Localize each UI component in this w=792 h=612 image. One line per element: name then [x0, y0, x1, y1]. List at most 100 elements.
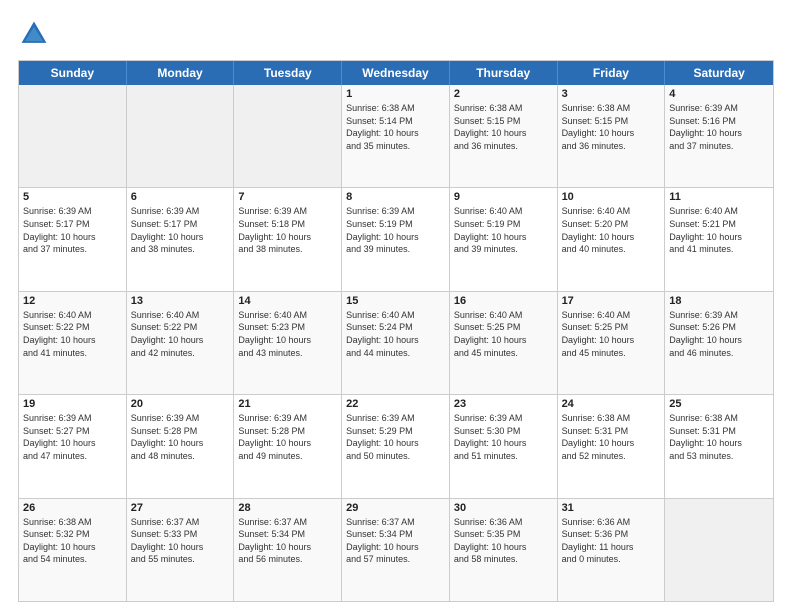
day-number: 2: [454, 88, 553, 100]
day-info: Sunrise: 6:36 AM Sunset: 5:35 PM Dayligh…: [454, 516, 553, 566]
calendar-day: 15 Sunrise: 6:40 AM Sunset: 5:24 PM Dayli…: [342, 292, 450, 394]
day-info: Sunrise: 6:39 AM Sunset: 5:26 PM Dayligh…: [669, 309, 769, 359]
day-number: 27: [131, 502, 230, 514]
day-number: 12: [23, 295, 122, 307]
calendar-day: 11Sunrise: 6:40 AM Sunset: 5:21 PM Dayli…: [665, 188, 773, 290]
day-info: Sunrise: 6:40 AM Sunset: 5:25 PM Dayligh…: [454, 309, 553, 359]
day-info: Sunrise: 6:40 AM Sunset: 5:20 PM Dayligh…: [562, 205, 661, 255]
day-info: Sunrise: 6:40 AM Sunset: 5:25 PM Dayligh…: [562, 309, 661, 359]
calendar-day: 3Sunrise: 6:38 AM Sunset: 5:15 PM Daylig…: [558, 85, 666, 187]
day-info: Sunrise: 6:39 AM Sunset: 5:16 PM Dayligh…: [669, 102, 769, 152]
day-info: Sunrise: 6:38 AM Sunset: 5:31 PM Dayligh…: [562, 412, 661, 462]
day-info: Sunrise: 6:40 AM Sunset: 5:23 PM Dayligh…: [238, 309, 337, 359]
day-number: 8: [346, 191, 445, 203]
day-number: 16: [454, 295, 553, 307]
calendar-day: 22Sunrise: 6:39 AM Sunset: 5:29 PM Dayli…: [342, 395, 450, 497]
calendar-day: 29Sunrise: 6:37 AM Sunset: 5:34 PM Dayli…: [342, 499, 450, 601]
day-number: 20: [131, 398, 230, 410]
calendar-row: 26 Sunrise: 6:38 AM Sunset: 5:32 PM Dayli…: [19, 499, 773, 601]
day-info: Sunrise: 6:39 AM Sunset: 5:29 PM Dayligh…: [346, 412, 445, 462]
calendar-day: 16 Sunrise: 6:40 AM Sunset: 5:25 PM Dayli…: [450, 292, 558, 394]
day-info: Sunrise: 6:36 AM Sunset: 5:36 PM Dayligh…: [562, 516, 661, 566]
day-number: 18: [669, 295, 769, 307]
calendar-empty: [665, 499, 773, 601]
weekday-header: Monday: [127, 61, 235, 85]
calendar-day: 2 Sunrise: 6:38 AM Sunset: 5:15 PM Daylig…: [450, 85, 558, 187]
day-number: 6: [131, 191, 230, 203]
day-number: 4: [669, 88, 769, 100]
calendar-day: 18 Sunrise: 6:39 AM Sunset: 5:26 PM Dayli…: [665, 292, 773, 394]
calendar-day: 17Sunrise: 6:40 AM Sunset: 5:25 PM Dayli…: [558, 292, 666, 394]
day-info: Sunrise: 6:39 AM Sunset: 5:28 PM Dayligh…: [131, 412, 230, 462]
calendar-day: 8Sunrise: 6:39 AM Sunset: 5:19 PM Daylig…: [342, 188, 450, 290]
page: SundayMondayTuesdayWednesdayThursdayFrid…: [0, 0, 792, 612]
calendar-day: 28 Sunrise: 6:37 AM Sunset: 5:34 PM Dayli…: [234, 499, 342, 601]
day-info: Sunrise: 6:40 AM Sunset: 5:22 PM Dayligh…: [131, 309, 230, 359]
day-number: 14: [238, 295, 337, 307]
day-number: 29: [346, 502, 445, 514]
calendar-row: 19 Sunrise: 6:39 AM Sunset: 5:27 PM Dayli…: [19, 395, 773, 498]
calendar-day: 25 Sunrise: 6:38 AM Sunset: 5:31 PM Dayli…: [665, 395, 773, 497]
weekday-header: Tuesday: [234, 61, 342, 85]
calendar-day: 5 Sunrise: 6:39 AM Sunset: 5:17 PM Daylig…: [19, 188, 127, 290]
day-number: 9: [454, 191, 553, 203]
day-number: 5: [23, 191, 122, 203]
day-number: 24: [562, 398, 661, 410]
weekday-header: Sunday: [19, 61, 127, 85]
day-number: 21: [238, 398, 337, 410]
day-number: 15: [346, 295, 445, 307]
day-number: 28: [238, 502, 337, 514]
logo-icon: [18, 18, 50, 50]
calendar-day: 9 Sunrise: 6:40 AM Sunset: 5:19 PM Daylig…: [450, 188, 558, 290]
calendar-day: 14 Sunrise: 6:40 AM Sunset: 5:23 PM Dayli…: [234, 292, 342, 394]
day-info: Sunrise: 6:40 AM Sunset: 5:22 PM Dayligh…: [23, 309, 122, 359]
day-info: Sunrise: 6:37 AM Sunset: 5:34 PM Dayligh…: [238, 516, 337, 566]
day-info: Sunrise: 6:39 AM Sunset: 5:28 PM Dayligh…: [238, 412, 337, 462]
calendar-day: 13 Sunrise: 6:40 AM Sunset: 5:22 PM Dayli…: [127, 292, 235, 394]
calendar-day: 19 Sunrise: 6:39 AM Sunset: 5:27 PM Dayli…: [19, 395, 127, 497]
day-number: 11: [669, 191, 769, 203]
day-info: Sunrise: 6:40 AM Sunset: 5:19 PM Dayligh…: [454, 205, 553, 255]
day-number: 1: [346, 88, 445, 100]
logo: [18, 18, 56, 50]
calendar-empty: [234, 85, 342, 187]
day-info: Sunrise: 6:39 AM Sunset: 5:17 PM Dayligh…: [23, 205, 122, 255]
header: [18, 18, 774, 50]
calendar-day: 4 Sunrise: 6:39 AM Sunset: 5:16 PM Daylig…: [665, 85, 773, 187]
day-number: 19: [23, 398, 122, 410]
calendar-day: 30 Sunrise: 6:36 AM Sunset: 5:35 PM Dayli…: [450, 499, 558, 601]
day-number: 7: [238, 191, 337, 203]
day-info: Sunrise: 6:38 AM Sunset: 5:15 PM Dayligh…: [562, 102, 661, 152]
day-info: Sunrise: 6:38 AM Sunset: 5:15 PM Dayligh…: [454, 102, 553, 152]
calendar-day: 21 Sunrise: 6:39 AM Sunset: 5:28 PM Dayli…: [234, 395, 342, 497]
day-info: Sunrise: 6:38 AM Sunset: 5:14 PM Dayligh…: [346, 102, 445, 152]
day-number: 25: [669, 398, 769, 410]
weekday-header: Saturday: [665, 61, 773, 85]
day-number: 13: [131, 295, 230, 307]
day-info: Sunrise: 6:37 AM Sunset: 5:33 PM Dayligh…: [131, 516, 230, 566]
calendar-empty: [127, 85, 235, 187]
calendar-row: 1 Sunrise: 6:38 AM Sunset: 5:14 PM Daylig…: [19, 85, 773, 188]
day-info: Sunrise: 6:38 AM Sunset: 5:32 PM Dayligh…: [23, 516, 122, 566]
day-number: 10: [562, 191, 661, 203]
calendar-day: 23Sunrise: 6:39 AM Sunset: 5:30 PM Dayli…: [450, 395, 558, 497]
day-info: Sunrise: 6:39 AM Sunset: 5:18 PM Dayligh…: [238, 205, 337, 255]
day-info: Sunrise: 6:39 AM Sunset: 5:27 PM Dayligh…: [23, 412, 122, 462]
day-info: Sunrise: 6:39 AM Sunset: 5:17 PM Dayligh…: [131, 205, 230, 255]
calendar-row: 5 Sunrise: 6:39 AM Sunset: 5:17 PM Daylig…: [19, 188, 773, 291]
day-number: 26: [23, 502, 122, 514]
calendar-day: 6 Sunrise: 6:39 AM Sunset: 5:17 PM Daylig…: [127, 188, 235, 290]
calendar-day: 7 Sunrise: 6:39 AM Sunset: 5:18 PM Daylig…: [234, 188, 342, 290]
calendar-day: 10 Sunrise: 6:40 AM Sunset: 5:20 PM Dayli…: [558, 188, 666, 290]
day-info: Sunrise: 6:38 AM Sunset: 5:31 PM Dayligh…: [669, 412, 769, 462]
calendar-day: 27 Sunrise: 6:37 AM Sunset: 5:33 PM Dayli…: [127, 499, 235, 601]
calendar-empty: [19, 85, 127, 187]
calendar: SundayMondayTuesdayWednesdayThursdayFrid…: [18, 60, 774, 602]
calendar-day: 1 Sunrise: 6:38 AM Sunset: 5:14 PM Daylig…: [342, 85, 450, 187]
calendar-day: 31 Sunrise: 6:36 AM Sunset: 5:36 PM Dayli…: [558, 499, 666, 601]
day-number: 30: [454, 502, 553, 514]
day-number: 31: [562, 502, 661, 514]
calendar-header: SundayMondayTuesdayWednesdayThursdayFrid…: [19, 61, 773, 85]
day-info: Sunrise: 6:40 AM Sunset: 5:24 PM Dayligh…: [346, 309, 445, 359]
calendar-day: 24 Sunrise: 6:38 AM Sunset: 5:31 PM Dayli…: [558, 395, 666, 497]
